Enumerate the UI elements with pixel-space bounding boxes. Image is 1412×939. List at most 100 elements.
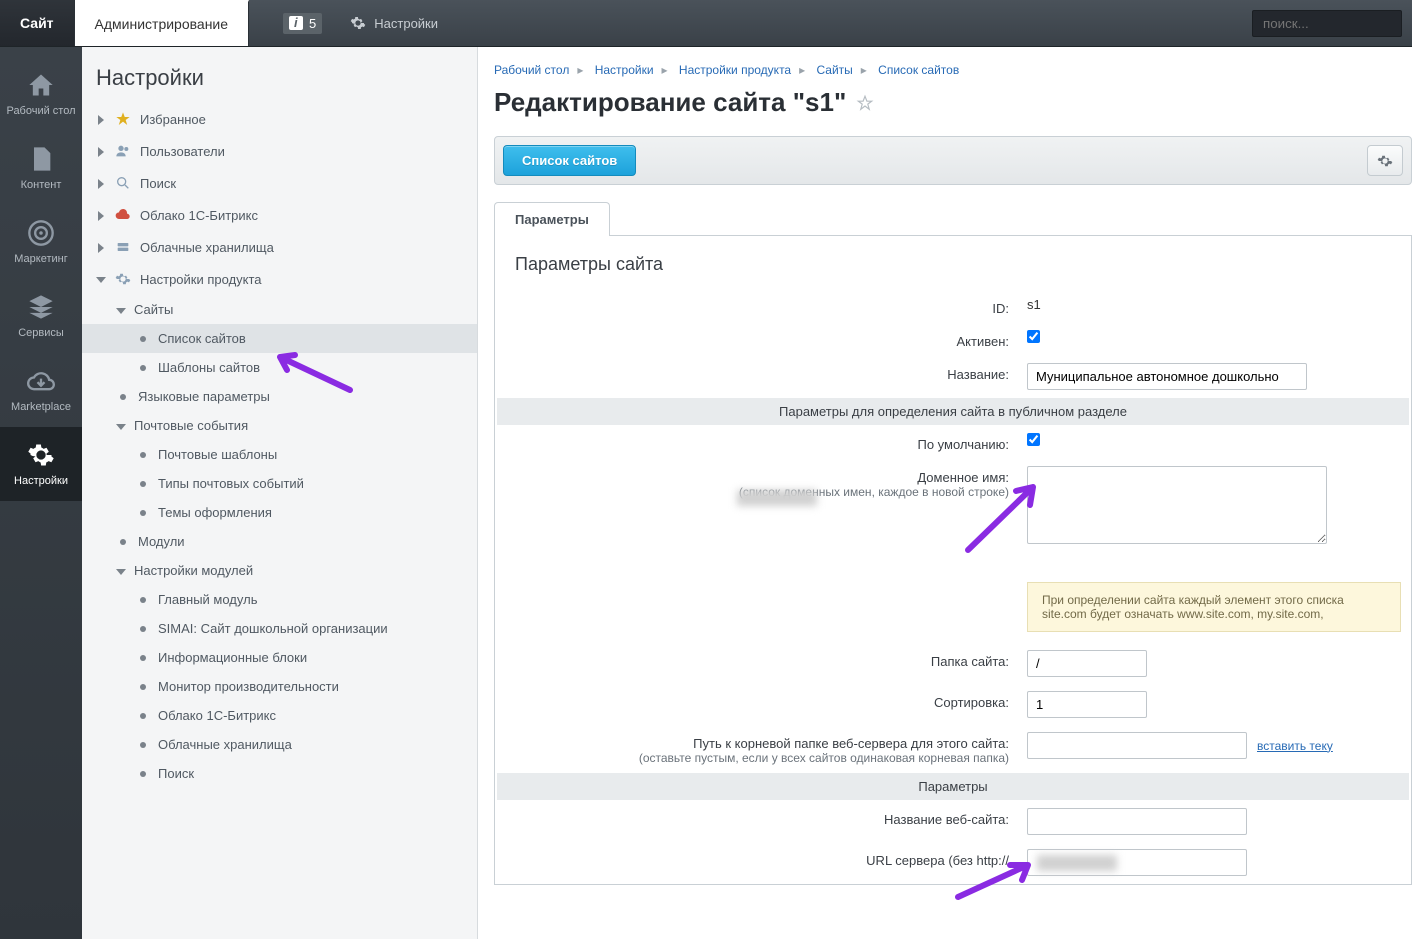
tab-parameters[interactable]: Параметры [494,202,610,236]
tree-item-mail-event-types[interactable]: Типы почтовых событий [82,469,477,498]
chevron-down-icon[interactable] [116,420,128,432]
webname-input[interactable] [1027,808,1247,835]
chevron-down-icon[interactable] [96,273,108,285]
redacted-domain [737,490,817,506]
tree-item-perfmon[interactable]: Монитор производительности [82,672,477,701]
chevron-right-icon[interactable] [96,177,108,189]
rail-item-services[interactable]: Сервисы [0,279,82,353]
admin-tab[interactable]: Администрирование [75,0,250,46]
chevron-right-icon[interactable] [96,209,108,221]
rail-item-marketplace[interactable]: Marketplace [0,353,82,427]
left-rail: Рабочий стол Контент Маркетинг Сервисы M… [0,47,82,939]
breadcrumb-item[interactable]: Список сайтов [878,63,959,77]
page-title: Редактирование сайта "s1" [494,87,1412,118]
site-list-button[interactable]: Список сайтов [503,145,636,176]
sort-input[interactable] [1027,691,1147,718]
tree-item-sites[interactable]: Сайты [82,295,477,324]
notification-count: 5 [309,16,316,31]
chevron-down-icon[interactable] [116,304,128,316]
name-label: Название: [497,357,1017,396]
tree-item-cloud-storage[interactable]: Облачные хранилища [82,231,477,263]
form-tabs: Параметры [494,201,1412,236]
rail-item-settings[interactable]: Настройки [0,427,82,501]
url-label: URL сервера (без http:// [497,843,1017,882]
tree-item-favorites[interactable]: Избранное [82,103,477,135]
home-icon [27,71,55,99]
tree-item-product-settings[interactable]: Настройки продукта [82,263,477,295]
rail-item-content[interactable]: Контент [0,131,82,205]
rail-item-marketing[interactable]: Маркетинг [0,205,82,279]
top-search-input[interactable] [1252,10,1402,37]
breadcrumb-item[interactable]: Сайты [816,63,852,77]
rail-label: Настройки [14,475,68,487]
bullet-icon [140,626,146,632]
bullet-icon [140,597,146,603]
tree-item-module-settings[interactable]: Настройки модулей [82,556,477,585]
bullet-icon [140,713,146,719]
tree-item-cloud-1c-module[interactable]: Облако 1С-Битрикс [82,701,477,730]
top-settings-link[interactable]: Настройки [336,0,452,46]
sort-label: Сортировка: [497,685,1017,724]
notification-badge[interactable]: 5 [269,0,336,46]
tree-item-site-templates[interactable]: Шаблоны сайтов [82,353,477,382]
tree-item-search-module[interactable]: Поиск [82,759,477,788]
rail-label: Контент [21,179,62,191]
top-search [1242,0,1412,46]
redacted-url [1037,855,1117,871]
tree-item-themes[interactable]: Темы оформления [82,498,477,527]
target-icon [27,219,55,247]
users-icon [114,142,132,160]
favorite-star-icon[interactable] [856,94,874,112]
top-bar: Сайт Администрирование 5 Настройки [0,0,1412,47]
gear-icon [350,15,366,31]
params-section-header: Параметры [497,773,1409,800]
tree-item-modules[interactable]: Модули [82,527,477,556]
domain-textarea[interactable] [1027,466,1327,544]
bullet-icon [140,742,146,748]
tree-item-cloud-1c[interactable]: Облако 1С-Битрикс [82,199,477,231]
tree-item-mail-templates[interactable]: Почтовые шаблоны [82,440,477,469]
domain-label: Доменное имя:(список доменных имен, кажд… [497,460,1017,570]
toolbar: Список сайтов [494,136,1412,185]
gear-icon [1377,153,1393,169]
tree-item-users[interactable]: Пользователи [82,135,477,167]
top-settings-label: Настройки [374,16,438,31]
insert-path-link[interactable]: вставить теку [1257,739,1333,753]
bullet-icon [140,452,146,458]
bullet-icon [120,394,126,400]
default-checkbox[interactable] [1027,433,1040,446]
folder-input[interactable] [1027,650,1147,677]
rail-label: Маркетинг [14,253,67,265]
sidebar-title: Настройки [82,47,477,103]
breadcrumb-item[interactable]: Настройки [595,63,654,77]
root-input[interactable] [1027,732,1247,759]
tree-item-cloud-storage-module[interactable]: Облачные хранилища [82,730,477,759]
breadcrumb-item[interactable]: Рабочий стол [494,63,569,77]
tree-item-mail-events[interactable]: Почтовые события [82,411,477,440]
public-section-header: Параметры для определения сайта в публич… [497,398,1409,425]
tree-item-simai[interactable]: SIMAI: Сайт дошкольной организации [82,614,477,643]
active-checkbox[interactable] [1027,330,1040,343]
tree-item-search[interactable]: Поиск [82,167,477,199]
rail-label: Сервисы [18,327,64,339]
toolbar-settings-button[interactable] [1367,145,1403,176]
id-value: s1 [1019,291,1409,322]
tree-item-iblock[interactable]: Информационные блоки [82,643,477,672]
tree-item-lang-params[interactable]: Языковые параметры [82,382,477,411]
bullet-icon [140,481,146,487]
breadcrumb: Рабочий стол▸ Настройки▸ Настройки проду… [494,63,1412,77]
site-tab[interactable]: Сайт [0,0,75,46]
chevron-right-icon[interactable] [96,113,108,125]
name-input[interactable] [1027,363,1307,390]
chevron-right-icon[interactable] [96,241,108,253]
bullet-icon [140,365,146,371]
chevron-right-icon[interactable] [96,145,108,157]
cloud-download-icon [27,367,55,395]
rail-item-desktop[interactable]: Рабочий стол [0,57,82,131]
rail-label: Marketplace [11,401,71,413]
tree-item-site-list[interactable]: Список сайтов [82,324,477,353]
storage-icon [114,238,132,256]
tree-item-main-module[interactable]: Главный модуль [82,585,477,614]
chevron-down-icon[interactable] [116,565,128,577]
breadcrumb-item[interactable]: Настройки продукта [679,63,791,77]
